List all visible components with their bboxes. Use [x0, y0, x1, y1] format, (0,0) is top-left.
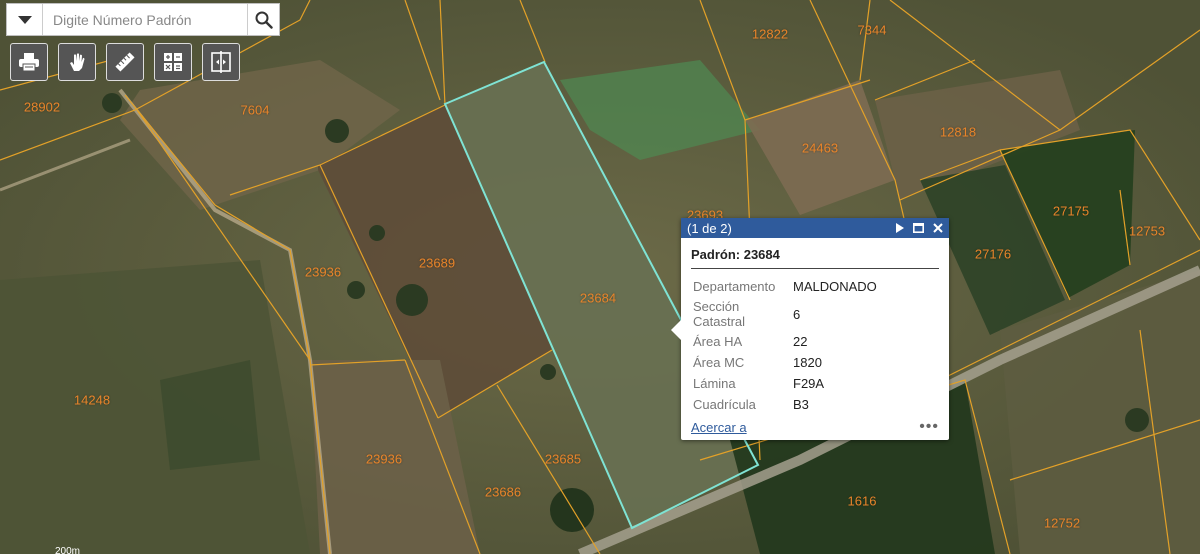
more-actions-button[interactable]: •••	[919, 419, 939, 435]
attribute-value: MALDONADO	[793, 279, 877, 294]
attribute-value: 22	[793, 334, 808, 349]
zoom-to-link[interactable]: Acercar a	[691, 420, 747, 435]
search-button[interactable]	[247, 4, 279, 35]
parcel-label: 27175	[1052, 203, 1090, 219]
parcel-info-popup: (1 de 2) Padrón: 23684 Departamento MALD…	[671, 218, 949, 440]
attribute-row: Sección Catastral 6	[691, 297, 879, 331]
satellite-imagery	[0, 0, 1200, 554]
attribute-table: Departamento MALDONADO Sección Catastral…	[691, 276, 879, 415]
maximize-icon	[913, 223, 924, 233]
close-popup-button[interactable]	[933, 223, 943, 233]
parcel-label: 7344	[857, 22, 887, 38]
popup-pointer	[671, 320, 681, 340]
parcel-label: 27176	[974, 246, 1012, 262]
calculator-icon	[164, 53, 182, 71]
maximize-button[interactable]	[913, 223, 924, 233]
attribute-value: 1820	[793, 355, 822, 370]
attribute-key: Área MC	[693, 355, 745, 370]
attribute-key: Cuadrícula	[693, 397, 756, 412]
attribute-value: F29A	[793, 376, 825, 391]
parcel-label: 23689	[418, 255, 456, 271]
scale-bar-label: 200m	[55, 546, 81, 554]
parcel-label: 23685	[544, 451, 582, 467]
popup-pager: (1 de 2)	[687, 220, 732, 236]
hand-pointer-icon	[70, 53, 85, 71]
chevron-down-icon	[17, 15, 32, 24]
attribute-key: Departamento	[693, 279, 776, 294]
attribute-key: Área HA	[693, 334, 743, 349]
attribute-key: Lámina	[693, 376, 736, 391]
attribute-value: 6	[793, 306, 801, 322]
search-dropdown-button[interactable]	[7, 4, 43, 35]
parcel-label: 23936	[365, 451, 403, 467]
attribute-row: Cuadrícula B3	[691, 394, 879, 415]
search-input[interactable]	[43, 4, 247, 35]
attribute-value: B3	[793, 397, 809, 412]
next-feature-button[interactable]	[895, 223, 904, 233]
attribute-row: Área HA 22	[691, 331, 879, 352]
ruler-icon	[115, 52, 135, 72]
parcel-label: 14248	[73, 392, 111, 408]
play-icon	[896, 223, 904, 233]
printer-icon	[19, 53, 39, 72]
attribute-row: Departamento MALDONADO	[691, 276, 879, 297]
popup-header: (1 de 2)	[681, 218, 949, 238]
parcel-label: 12752	[1043, 515, 1081, 531]
parcel-label: 12753	[1128, 223, 1166, 239]
attribute-row: Lámina F29A	[691, 373, 879, 394]
map-view[interactable]: 7604 28902 12822 7344 12818 24463 23689 …	[0, 0, 1200, 554]
parcel-label: 28902	[23, 99, 61, 115]
calculator-button[interactable]	[154, 43, 192, 81]
parcel-label: 1616	[847, 493, 877, 509]
parcel-label: 12822	[751, 26, 789, 42]
parcel-label: 23936	[304, 264, 342, 280]
parcel-label: 23684	[579, 290, 617, 306]
measure-button[interactable]	[106, 43, 144, 81]
search-icon	[255, 11, 273, 29]
split-view-icon	[211, 51, 231, 73]
select-tool-button[interactable]	[58, 43, 96, 81]
search-bar	[6, 3, 280, 36]
parcel-label: 23686	[484, 484, 522, 500]
parcel-label: 12818	[939, 124, 977, 140]
parcel-label: 24463	[801, 140, 839, 156]
attribute-key: Sección Catastral	[693, 299, 746, 329]
attribute-row: Área MC 1820	[691, 352, 879, 373]
swipe-button[interactable]	[202, 43, 240, 81]
popup-title: Padrón: 23684	[691, 247, 939, 269]
print-button[interactable]	[10, 43, 48, 81]
parcel-label: 7604	[240, 102, 270, 118]
map-toolbar	[10, 43, 240, 81]
close-icon	[933, 223, 943, 233]
